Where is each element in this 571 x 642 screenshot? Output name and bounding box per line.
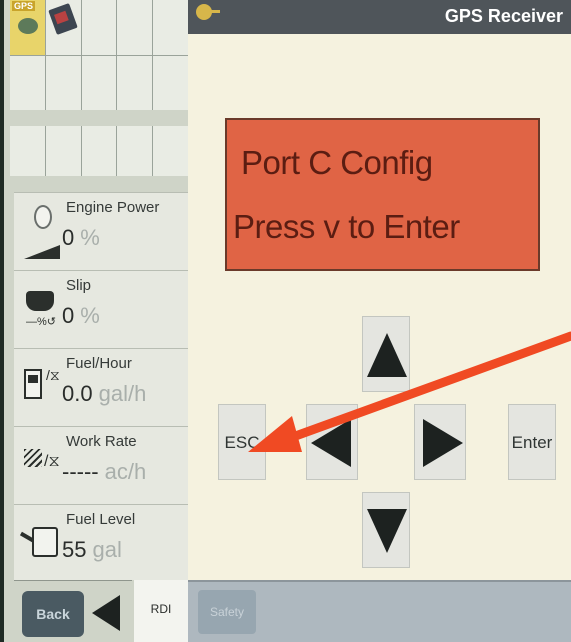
left-arrow-button[interactable] <box>306 404 358 480</box>
page-title: GPS Receiver <box>444 6 563 26</box>
up-arrow-icon <box>367 333 407 377</box>
down-arrow-button[interactable] <box>362 492 410 568</box>
engine-power-gauge[interactable]: Engine Power 0% <box>14 192 190 270</box>
back-area: Back <box>14 580 132 642</box>
gps-shortcut[interactable]: GPS <box>10 0 45 55</box>
gauge-title: Engine Power <box>66 199 160 216</box>
right-arrow-icon <box>423 419 463 467</box>
shortcut-slot[interactable] <box>117 55 153 110</box>
gauge-title: Fuel Level <box>66 511 136 528</box>
shortcut-slot[interactable] <box>10 55 45 110</box>
shortcut-slot[interactable] <box>81 126 117 176</box>
gauge-title: Fuel/Hour <box>66 355 132 372</box>
slip-gauge[interactable]: —%↺ Slip 0% <box>14 270 190 348</box>
safety-tab[interactable]: Safety <box>198 590 256 634</box>
fuel-level-gauge[interactable]: Fuel Level 55 gal <box>14 504 190 580</box>
gauge-value: 0% <box>62 225 100 250</box>
back-arrow-icon[interactable] <box>92 595 120 631</box>
bottom-bar: Safety <box>188 580 571 642</box>
gauge-value: 0.0 gal/h <box>62 381 147 406</box>
shortcut-slot[interactable] <box>45 55 81 110</box>
shortcut-slot[interactable] <box>45 126 81 176</box>
tractor-slip-icon: —%↺ <box>20 283 60 333</box>
back-button[interactable]: Back <box>22 591 84 637</box>
work-rate-icon: /⧖ <box>20 439 60 489</box>
fuel-pump-icon: /⧖ <box>20 361 60 411</box>
shortcut-slot[interactable] <box>153 55 188 110</box>
left-panel: GPS Engine Power 0% —%↺ Slip 0% /⧖ Fuel/… <box>4 0 190 642</box>
shortcut-slot[interactable] <box>117 0 153 55</box>
gauge-value: 0% <box>62 303 100 328</box>
shortcut-slot[interactable] <box>81 0 117 55</box>
fuel-hour-gauge[interactable]: /⧖ Fuel/Hour 0.0 gal/h <box>14 348 190 426</box>
shortcut-slot[interactable] <box>10 126 45 176</box>
shortcut-slot[interactable] <box>153 0 188 55</box>
shortcut-slot[interactable] <box>117 126 153 176</box>
lcd-display: Port C Config Press v to Enter <box>225 118 540 271</box>
manual-shortcut[interactable] <box>45 0 81 55</box>
shortcut-slot[interactable] <box>153 126 188 176</box>
lcd-line-1: Port C Config <box>241 144 433 181</box>
down-arrow-icon <box>367 509 407 553</box>
key-icon <box>196 4 220 20</box>
shortcut-grid-middle <box>10 126 188 176</box>
gauge-title: Work Rate <box>66 433 137 450</box>
title-bar: GPS Receiver <box>188 0 571 34</box>
esc-button[interactable]: ESC <box>218 404 266 480</box>
shortcut-slot[interactable] <box>81 55 117 110</box>
gauge-value: 55 gal <box>62 537 122 562</box>
work-rate-gauge[interactable]: /⧖ Work Rate ----- ac/h <box>14 426 190 504</box>
gps-receiver-panel: Port C Config Press v to Enter ESC Enter <box>188 34 571 580</box>
enter-label: Enter <box>511 433 553 452</box>
enter-button[interactable]: Enter <box>508 404 556 480</box>
gps-tag: GPS <box>12 1 36 11</box>
right-arrow-button[interactable] <box>414 404 466 480</box>
gauge-value: ----- ac/h <box>62 459 147 484</box>
up-arrow-button[interactable] <box>362 316 410 392</box>
left-arrow-icon <box>311 419 351 467</box>
esc-label: ESC <box>224 433 260 452</box>
lcd-line-2: Press v to Enter <box>233 208 460 245</box>
engine-power-icon <box>20 205 60 259</box>
fuel-tank-icon <box>19 517 60 567</box>
gauge-title: Slip <box>66 277 92 294</box>
globe-icon <box>18 18 38 34</box>
book-icon <box>48 3 78 35</box>
shortcut-grid-top: GPS <box>10 0 188 110</box>
rdi-tab[interactable]: RDI <box>134 580 188 642</box>
